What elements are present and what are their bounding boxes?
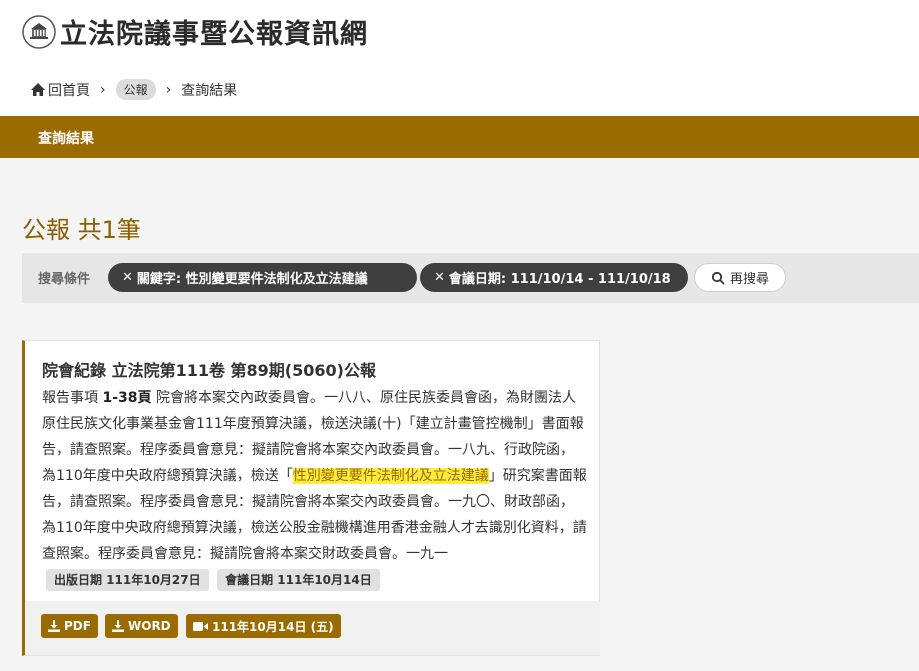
video-label: 111年10月14日 (五) [212,619,334,634]
publish-date-badge: 出版日期 111年10月27日 [46,569,209,591]
pdf-label: PDF [64,619,91,633]
legislative-building-icon [22,14,56,49]
keyword-filter-text: 關鍵字: 性別變更要件法制化及立法建議 [136,272,368,287]
page-range: 1-38頁 [102,390,152,406]
chevron-right-icon: › [100,81,106,98]
research-label: 再搜尋 [729,272,769,287]
tab-results[interactable]: 查詢結果 [38,128,94,148]
meeting-date-badge: 會議日期 111年10月14日 [217,569,380,591]
close-icon[interactable]: ✕ [122,270,133,285]
filter-label: 搜尋條件 [38,272,91,287]
download-word-button[interactable]: WORD [105,614,178,638]
site-logo[interactable]: 立法院議事暨公報資訊網 [22,12,368,51]
video-camera-icon [193,621,208,631]
breadcrumb-section-link[interactable]: 公報 [115,79,156,100]
search-icon [711,271,725,285]
result-actions: PDF WORD 111年10月14日 (五) [25,601,600,655]
breadcrumb-current: 查詢結果 [181,82,238,99]
site-header: 立法院議事暨公報資訊網 回首頁 › 公報 › 查詢結果 [0,0,919,116]
search-filter-bar: 搜尋條件 ✕ 關鍵字: 性別變更要件法制化及立法建議 ✕ 會議日期: 111/1… [22,253,919,303]
keyword-highlight: 性別變更要件法制化及立法建議 [292,468,489,484]
meeting-video-button[interactable]: 111年10月14日 (五) [186,614,341,638]
site-title: 立法院議事暨公報資訊網 [60,19,368,50]
keyword-filter-chip[interactable]: ✕ 關鍵字: 性別變更要件法制化及立法建議 [108,263,417,292]
results-tab-bar: 查詢結果 [0,116,919,158]
date-filter-text: 會議日期: 111/10/14 - 111/10/18 [448,272,671,287]
chevron-right-icon: › [165,81,172,98]
date-filter-chip[interactable]: ✕ 會議日期: 111/10/14 - 111/10/18 [420,263,688,292]
breadcrumb: 回首頁 › 公報 › 查詢結果 [30,79,237,100]
download-icon [112,620,124,632]
result-title[interactable]: 院會紀錄 立法院第111卷 第89期(5060)公報 [42,357,376,381]
close-icon[interactable]: ✕ [434,270,445,285]
download-icon [48,620,60,632]
word-label: WORD [128,619,171,633]
research-button[interactable]: 再搜尋 [694,263,786,292]
result-card: 院會紀錄 立法院第111卷 第89期(5060)公報 報告事項 1-38頁 院會… [22,340,600,656]
item-prefix: 報告事項 [42,390,98,406]
result-excerpt: 報告事項 1-38頁 院會將本案交內政委員會。一八八、原住民族委員會函，為財團法… [42,385,587,593]
breadcrumb-home-link[interactable]: 回首頁 [48,80,90,100]
download-pdf-button[interactable]: PDF [41,614,98,638]
home-icon [31,82,45,96]
page-title: 公報 共1筆 [22,216,141,244]
